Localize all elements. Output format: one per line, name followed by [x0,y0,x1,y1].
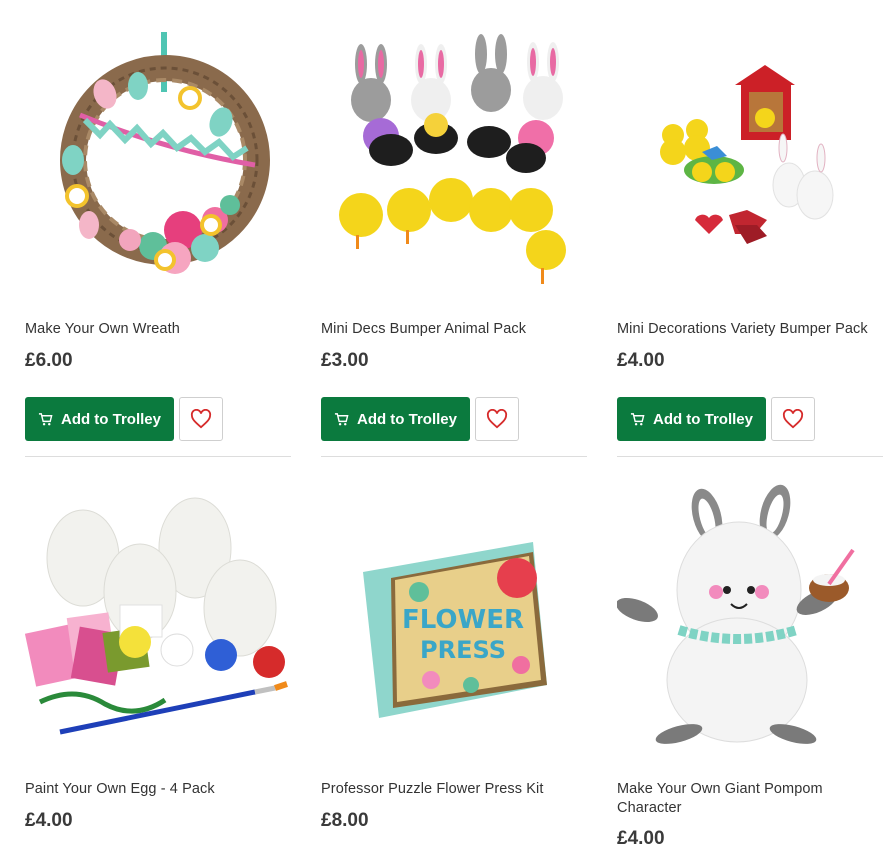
product-image-flower-press[interactable]: FLOWER PRESS [321,480,587,756]
trolley-icon [38,412,53,425]
product-title[interactable]: Mini Decs Bumper Animal Pack [321,320,587,339]
product-image-wreath[interactable] [25,20,291,296]
product-image-pompom-bunny[interactable] [617,480,883,756]
box-text: PRESS [420,636,506,664]
product-actions: Add to Trolley [617,397,883,441]
wishlist-button[interactable] [771,397,815,441]
trolley-icon [630,412,645,425]
product-price: £4.00 [617,828,665,849]
product-actions: Add to Trolley [321,397,587,441]
product-image-variety-pack[interactable] [617,20,883,296]
heart-icon [486,409,508,429]
product-price: £4.00 [25,810,73,831]
add-to-trolley-label: Add to Trolley [356,410,457,428]
heart-icon [782,409,804,429]
trolley-icon [334,412,349,425]
product-grid: Make Your Own Wreath £6.00 Add to Trolle… [0,0,890,866]
divider [25,456,291,457]
box-text: FLOWER [402,605,524,635]
product-price: £3.00 [321,350,369,371]
wishlist-button[interactable] [475,397,519,441]
product-title[interactable]: Make Your Own Giant Pompom Character [617,780,883,818]
product-title[interactable]: Make Your Own Wreath [25,320,291,339]
product-actions: Add to Trolley [25,397,291,441]
product-title[interactable]: Professor Puzzle Flower Press Kit [321,780,587,799]
add-to-trolley-label: Add to Trolley [60,410,161,428]
divider [617,456,883,457]
product-image-animal-pack[interactable] [321,20,587,296]
product-title[interactable]: Mini Decorations Variety Bumper Pack [617,320,883,339]
add-to-trolley-button[interactable]: Add to Trolley [617,397,766,441]
product-price: £4.00 [617,350,665,371]
product-price: £6.00 [25,350,73,371]
product-price: £8.00 [321,810,369,831]
product-title[interactable]: Paint Your Own Egg - 4 Pack [25,780,291,799]
divider [321,456,587,457]
add-to-trolley-button[interactable]: Add to Trolley [321,397,470,441]
wishlist-button[interactable] [179,397,223,441]
add-to-trolley-button[interactable]: Add to Trolley [25,397,174,441]
heart-icon [190,409,212,429]
product-image-paint-eggs[interactable] [25,480,291,756]
add-to-trolley-label: Add to Trolley [652,410,753,428]
